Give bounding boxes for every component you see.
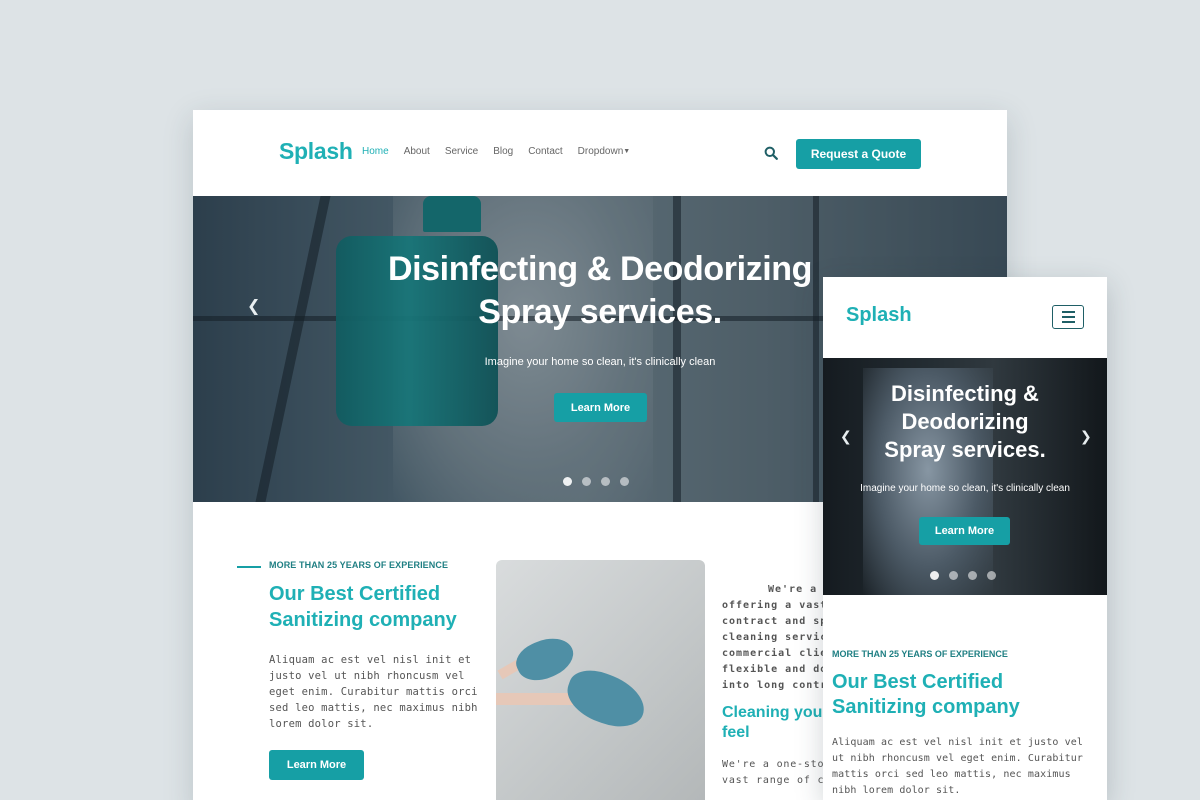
carousel-dot[interactable] <box>582 477 591 486</box>
text-line: contract and sp <box>722 616 828 627</box>
hero-title-line: Disinfecting & <box>891 381 1039 406</box>
hero-title-line: Disinfecting & Deodorizing <box>387 250 813 288</box>
subheading-line: feel <box>722 724 750 741</box>
glove-right <box>560 662 652 736</box>
desktop-navbar: Splash Home About Service Blog Contact D… <box>193 110 1007 196</box>
hamburger-menu-icon[interactable] <box>1052 305 1084 329</box>
hero-title-line: Spray services. <box>884 437 1046 462</box>
mobile-logo[interactable]: Splash <box>846 304 912 327</box>
carousel-dot[interactable] <box>563 477 572 486</box>
nav-item-dropdown[interactable]: Dropdown▼ <box>578 146 631 157</box>
text-line: cleaning servic <box>722 632 828 643</box>
hero-title-line: Deodorizing <box>901 409 1029 434</box>
section-heading-line: Sanitizing company <box>832 696 1020 718</box>
carousel-dot[interactable] <box>620 477 629 486</box>
gloves-photo <box>496 560 705 800</box>
section-eyebrow: MORE THAN 25 YEARS OF EXPERIENCE <box>269 560 449 570</box>
hero-learn-more-button[interactable]: Learn More <box>554 393 647 422</box>
section-heading-line: Our Best Certified <box>269 583 441 605</box>
nav-item-service[interactable]: Service <box>445 146 478 157</box>
services-body-text: We're a one-stop vast range of cle <box>722 757 832 789</box>
section-paragraph: Aliquam ac est vel nisl init et justo ve… <box>269 654 478 730</box>
mobile-hero-subtitle: Imagine your home so clean, it's clinica… <box>860 483 1070 494</box>
services-intro-text: We're a offering a vast contract and sp … <box>722 582 832 694</box>
glove-left <box>510 629 580 689</box>
hero-title-line: Spray services. <box>478 293 722 331</box>
forearm <box>496 693 576 705</box>
mobile-section-heading: Our Best Certified Sanitizing company <box>832 670 1102 720</box>
carousel-indicators <box>930 571 996 580</box>
subheading-line: Cleaning you <box>722 704 823 721</box>
carousel-dot[interactable] <box>987 571 996 580</box>
mobile-hero-title: Disinfecting & Deodorizing Spray service… <box>823 380 1107 464</box>
text-line: We're a <box>768 584 818 595</box>
text-line: offering a vast <box>722 600 828 611</box>
carousel-dot[interactable] <box>601 477 610 486</box>
nav-item-contact[interactable]: Contact <box>528 146 562 157</box>
about-learn-more-button[interactable]: Learn More <box>269 750 364 780</box>
nav-item-about[interactable]: About <box>404 146 430 157</box>
text-line: into long contr <box>722 680 828 691</box>
eyebrow-divider <box>237 566 261 568</box>
text-line: commercial clie <box>722 648 828 659</box>
mobile-section-eyebrow: MORE THAN 25 YEARS OF EXPERIENCE <box>832 649 1008 659</box>
nav-item-home[interactable]: Home <box>362 146 389 157</box>
carousel-dot[interactable] <box>949 571 958 580</box>
request-quote-button[interactable]: Request a Quote <box>796 139 921 169</box>
mobile-section-paragraph: Aliquam ac est vel nisl init et justo ve… <box>832 737 1083 796</box>
search-icon[interactable] <box>764 146 778 160</box>
services-subheading: Cleaning you feel <box>722 703 832 743</box>
section-heading-line: Our Best Certified <box>832 671 1004 693</box>
carousel-dot[interactable] <box>930 571 939 580</box>
nav-dropdown-label: Dropdown <box>577 146 624 157</box>
text-line: We're a one-stop <box>722 759 832 770</box>
mobile-hero-learn-more-button[interactable]: Learn More <box>919 517 1010 545</box>
carousel-dot[interactable] <box>968 571 977 580</box>
mobile-mockup: Splash ❮ ❯ Disinfecting & Deodorizing Sp… <box>823 277 1107 800</box>
nav-menu: Home About Service Blog Contact Dropdown… <box>362 146 630 157</box>
section-heading: Our Best Certified Sanitizing company <box>269 581 499 633</box>
text-line: flexible and do <box>722 664 828 675</box>
logo[interactable]: Splash <box>279 138 353 165</box>
section-heading-line: Sanitizing company <box>269 609 457 631</box>
nav-item-blog[interactable]: Blog <box>493 146 513 157</box>
text-line: vast range of cle <box>722 775 832 786</box>
carousel-indicators <box>563 477 629 486</box>
mobile-hero-carousel: ❮ ❯ Disinfecting & Deodorizing Spray ser… <box>823 358 1107 595</box>
caret-down-icon: ▼ <box>623 148 631 155</box>
